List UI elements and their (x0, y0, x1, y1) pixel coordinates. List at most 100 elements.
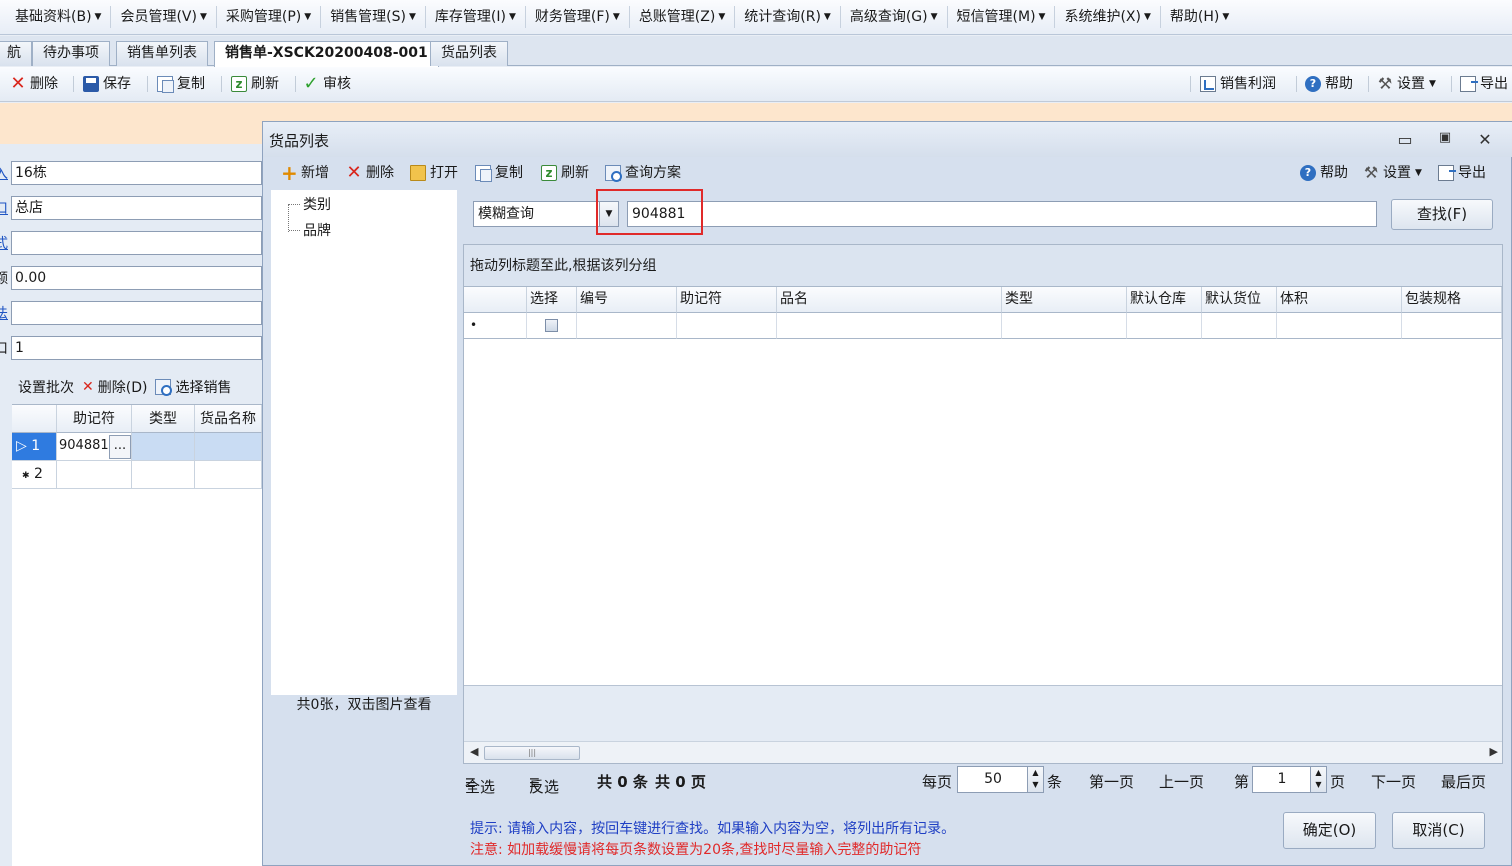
row-indicator[interactable]: ✱ 2 (12, 461, 57, 489)
delete-button[interactable]: ✕ 删除 (346, 162, 394, 184)
help-button[interactable]: ? 帮助 (1300, 162, 1348, 184)
row-indicator[interactable]: ▷ 1 (12, 433, 57, 461)
per-page-spinner[interactable]: ▲ ▼ (1027, 766, 1044, 793)
minimize-icon[interactable]: ▭ (1393, 130, 1417, 149)
column-header-warehouse[interactable]: 默认仓库 (1127, 287, 1202, 313)
tab-sales-order-detail[interactable]: 销售单-XSCK20200408-001 (214, 41, 439, 67)
menu-help[interactable]: 帮助(H) ▼ (1161, 6, 1238, 28)
next-page-button[interactable]: 下一页 (1371, 771, 1416, 792)
dialog-titlebar[interactable]: 货品列表 ▭ ▣ ✕ (263, 122, 1512, 157)
column-header-name[interactable]: 品名 (777, 287, 1002, 313)
column-header-package[interactable]: 包装规格 (1402, 287, 1502, 313)
filter-cell[interactable] (1277, 313, 1402, 339)
copy-button[interactable]: 复制 (475, 162, 523, 184)
page-input[interactable]: 1 (1252, 766, 1312, 793)
set-batch-button[interactable]: 设置批次 (18, 377, 74, 397)
select-checkbox[interactable] (545, 319, 558, 332)
menu-sms[interactable]: 短信管理(M) ▼ (948, 6, 1056, 28)
table-cell[interactable] (195, 461, 262, 489)
audit-button[interactable]: ✓ 审核 (303, 73, 351, 95)
form-field[interactable]: 总店 (11, 196, 262, 220)
sales-profit-button[interactable]: 销售利润 (1200, 73, 1276, 95)
filter-cell[interactable] (1127, 313, 1202, 339)
table-cell[interactable] (132, 433, 195, 461)
filter-cell[interactable] (527, 313, 577, 339)
table-cell[interactable] (57, 461, 132, 489)
form-label[interactable]: 式 (0, 233, 8, 253)
delete-row-button[interactable]: 删除(D) (98, 377, 148, 397)
tree-node-brand[interactable]: 品牌 (303, 220, 331, 240)
menu-inventory[interactable]: 库存管理(I) ▼ (426, 6, 526, 28)
tab-navigation[interactable]: 航 (0, 41, 32, 66)
form-field[interactable]: 16栋 (11, 161, 262, 185)
select-sales-button[interactable]: 选择销售 (175, 377, 231, 397)
tab-goods-list[interactable]: 货品列表 (430, 41, 508, 66)
scroll-left-icon[interactable]: ◀ (470, 745, 478, 758)
table-cell[interactable] (132, 461, 195, 489)
form-field[interactable]: 1 (11, 336, 262, 360)
tab-sales-order-list[interactable]: 销售单列表 (116, 41, 208, 66)
filter-cell[interactable] (1202, 313, 1277, 339)
lookup-ellipsis-button[interactable]: ... (109, 435, 131, 459)
settings-button[interactable]: ⚒ 设置 ▼ (1377, 73, 1436, 95)
form-label[interactable]: 法 (0, 303, 8, 323)
help-button[interactable]: ? 帮助 (1305, 73, 1353, 95)
open-button[interactable]: 打开 (410, 162, 458, 184)
search-input[interactable]: 904881 (627, 201, 1377, 227)
form-field[interactable] (11, 301, 262, 325)
delete-button[interactable]: ✕ 删除 (10, 73, 58, 95)
new-row-indicator[interactable]: • (464, 313, 527, 339)
form-label[interactable]: 入 (0, 163, 8, 183)
add-button[interactable]: + 新增 (281, 162, 329, 184)
menu-basic-data[interactable]: 基础资料(B) ▼ (6, 6, 112, 28)
menu-sales[interactable]: 销售管理(S) ▼ (321, 6, 426, 28)
column-header-select[interactable]: 选择 (527, 287, 577, 313)
refresh-button[interactable]: z 刷新 (231, 73, 279, 95)
settings-button[interactable]: ⚒ 设置 ▼ (1363, 162, 1422, 184)
query-plan-button[interactable]: 查询方案 (605, 162, 681, 184)
refresh-button[interactable]: z 刷新 (541, 162, 589, 184)
export-button[interactable]: 导出 (1460, 73, 1508, 95)
maximize-icon[interactable]: ▣ (1433, 130, 1457, 145)
filter-cell[interactable] (1402, 313, 1502, 339)
ok-button[interactable]: 确定(O) (1283, 812, 1376, 849)
save-button[interactable]: 保存 (83, 73, 131, 95)
scroll-right-icon[interactable]: ▶ (1490, 745, 1498, 758)
scroll-thumb[interactable]: ||| (484, 746, 580, 760)
filter-cell[interactable] (777, 313, 1002, 339)
column-header-volume[interactable]: 体积 (1277, 287, 1402, 313)
tree-node-category[interactable]: 类别 (303, 194, 331, 214)
column-header-type[interactable]: 类型 (1002, 287, 1127, 313)
last-page-button[interactable]: 最后页 (1441, 771, 1486, 792)
column-header[interactable]: 货品名称 (195, 405, 262, 433)
find-button[interactable]: 查找(F) (1391, 199, 1493, 230)
menu-system[interactable]: 系统维护(X) ▼ (1055, 6, 1161, 28)
copy-button[interactable]: 复制 (157, 73, 205, 95)
tab-todo[interactable]: 待办事项 (32, 41, 110, 66)
column-header-location[interactable]: 默认货位 (1202, 287, 1277, 313)
per-page-input[interactable]: 50 (957, 766, 1029, 793)
export-button[interactable]: 导出 (1438, 162, 1486, 184)
close-icon[interactable]: ✕ (1473, 130, 1497, 149)
form-field[interactable] (11, 231, 262, 255)
menu-finance[interactable]: 财务管理(F) ▼ (526, 6, 630, 28)
horizontal-scrollbar[interactable]: ◀ ||| ▶ (464, 741, 1502, 763)
first-page-button[interactable]: 第一页 (1089, 771, 1134, 792)
menu-ledger[interactable]: 总账管理(Z) ▼ (630, 6, 736, 28)
column-header[interactable]: 类型 (132, 405, 195, 433)
cancel-button[interactable]: 取消(C) (1392, 812, 1485, 849)
form-label[interactable]: 口 (0, 198, 8, 218)
prev-page-button[interactable]: 上一页 (1159, 771, 1204, 792)
column-header[interactable]: 助记符 (57, 405, 132, 433)
column-header-code[interactable]: 编号 (577, 287, 677, 313)
menu-members[interactable]: 会员管理(V) ▼ (111, 6, 217, 28)
page-spinner[interactable]: ▲ ▼ (1310, 766, 1327, 793)
menu-purchase[interactable]: 采购管理(P) ▼ (217, 6, 322, 28)
filter-cell[interactable] (1002, 313, 1127, 339)
filter-cell[interactable] (677, 313, 777, 339)
filter-cell[interactable] (577, 313, 677, 339)
group-by-panel[interactable]: 拖动列标题至此,根据该列分组 (464, 245, 1502, 287)
table-cell[interactable] (195, 433, 262, 461)
menu-statistics[interactable]: 统计查询(R) ▼ (735, 6, 841, 28)
form-field[interactable]: 0.00 (11, 266, 262, 290)
